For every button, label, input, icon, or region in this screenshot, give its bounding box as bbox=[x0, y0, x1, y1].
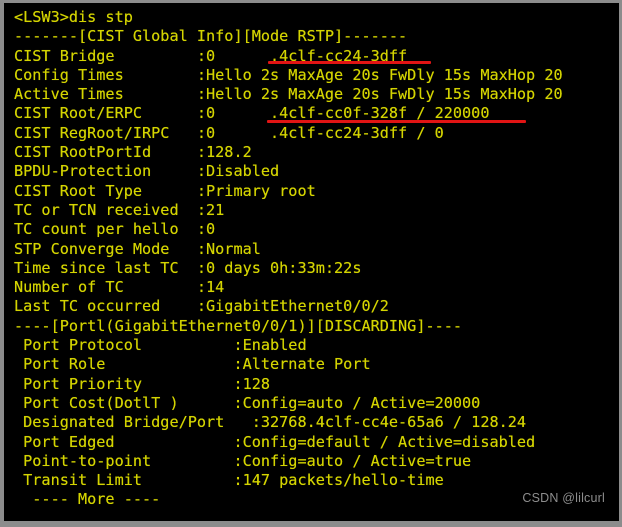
terminal-line: Point-to-point :Config=auto / Active=tru… bbox=[14, 451, 472, 470]
terminal-line: Port Edged :Config=default / Active=disa… bbox=[14, 432, 536, 451]
terminal-line: CIST RegRoot/IRPC :0 .4clf-cc24-3dff / 0 bbox=[14, 123, 444, 142]
terminal-line: Port Cost(DotlT ) :Config=auto / Active=… bbox=[14, 393, 481, 412]
terminal-line: BPDU-Protection :Disabled bbox=[14, 162, 280, 181]
terminal-line: Last TC occurred :GigabitEthernet0/0/2 bbox=[14, 297, 389, 316]
terminal-line: Config Times :Hello 2s MaxAge 20s FwDly … bbox=[14, 65, 563, 84]
terminal-line: CIST RootPortId :128.2 bbox=[14, 143, 252, 162]
terminal-line: Time since last TC :0 days 0h:33m:22s bbox=[14, 258, 362, 277]
cist-bridge-mac-underline bbox=[268, 61, 431, 64]
terminal-line: Port Role :Alternate Port bbox=[14, 355, 371, 374]
terminal-line: Number of TC :14 bbox=[14, 278, 225, 297]
terminal-line: Designated Bridge/Port :32768.4clf-cc4e-… bbox=[14, 413, 527, 432]
terminal-line: CIST Root Type :Primary root bbox=[14, 181, 316, 200]
terminal-line: Transit Limit :147 packets/hello-time bbox=[14, 471, 444, 490]
terminal-line: STP Converge Mode :Normal bbox=[14, 239, 261, 258]
terminal-line: Active Times :Hello 2s MaxAge 20s FwDly … bbox=[14, 85, 563, 104]
terminal-line: Port Protocol :Enabled bbox=[14, 336, 307, 355]
terminal-line: ----[Portl(GigabitEthernet0/0/1)][DISCAR… bbox=[14, 316, 463, 335]
terminal-line: <LSW3>dis stp bbox=[14, 8, 133, 26]
terminal-line: Port Priority :128 bbox=[14, 374, 271, 393]
terminal-window: <LSW3>dis stp -------[CIST Global Info][… bbox=[0, 0, 622, 527]
terminal-screen[interactable]: <LSW3>dis stp -------[CIST Global Info][… bbox=[4, 3, 619, 521]
terminal-line: -------[CIST Global Info][Mode RSTP]----… bbox=[14, 27, 408, 46]
watermark-label: CSDN @lilcurl bbox=[522, 491, 605, 505]
cist-root-erpc-underline bbox=[267, 120, 526, 123]
terminal-output: <LSW3>dis stp -------[CIST Global Info][… bbox=[14, 8, 619, 510]
terminal-line: TC or TCN received :21 bbox=[14, 200, 225, 219]
terminal-line: TC count per hello :0 bbox=[14, 220, 216, 239]
